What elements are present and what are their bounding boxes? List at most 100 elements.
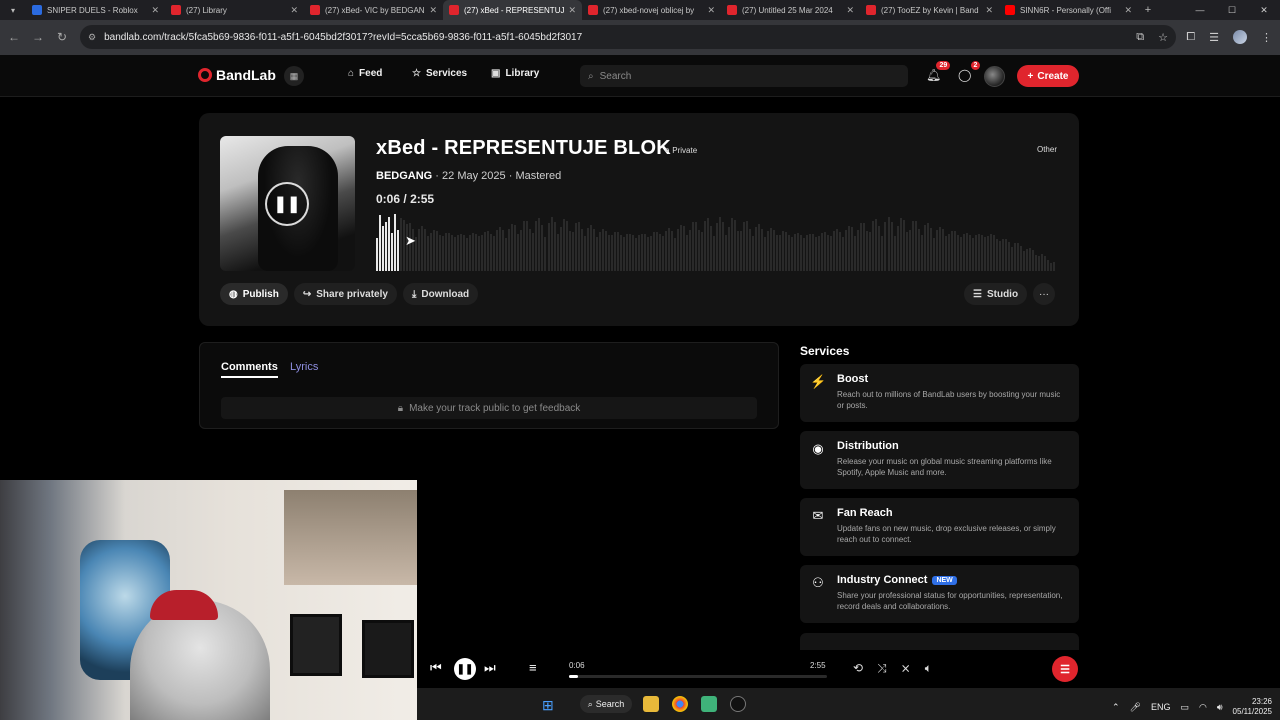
waveform-bar bbox=[547, 223, 550, 271]
close-window-icon[interactable]: ✕ bbox=[1248, 0, 1280, 20]
tab-comments[interactable]: Comments bbox=[221, 361, 278, 378]
tab-close-icon[interactable]: ✕ bbox=[429, 5, 437, 16]
genre-tag[interactable]: Other bbox=[1037, 145, 1057, 154]
microphone-icon[interactable]: 🎤︎ bbox=[1130, 702, 1141, 713]
back-icon[interactable]: ← bbox=[2, 30, 26, 44]
minimize-icon[interactable]: — bbox=[1184, 0, 1216, 20]
bandlab-logo-icon bbox=[198, 68, 212, 82]
tab-close-icon[interactable]: ✕ bbox=[290, 5, 298, 16]
browser-tab[interactable]: (27) Library ✕ bbox=[165, 0, 304, 20]
forward-icon[interactable]: → bbox=[26, 30, 50, 44]
unreal-engine-icon[interactable] bbox=[730, 696, 746, 712]
windows-start-icon[interactable]: ⊞ bbox=[542, 697, 554, 714]
waveform-bar bbox=[770, 227, 773, 271]
queue-list-icon[interactable]: ≡ bbox=[529, 660, 537, 675]
cover-pause-button[interactable]: ❚❚ bbox=[265, 182, 309, 226]
file-explorer-icon[interactable] bbox=[643, 696, 659, 712]
service-card-industry-connect[interactable]: ⚇ Industry Connect NEW Share your professio… bbox=[800, 565, 1079, 623]
player-total-time: 2:55 bbox=[810, 661, 826, 670]
tab-close-icon[interactable]: ✕ bbox=[1124, 5, 1132, 16]
language-indicator[interactable]: ENG bbox=[1151, 702, 1171, 712]
monitor-icon[interactable]: ▭ bbox=[1181, 702, 1190, 713]
volume-icon[interactable]: 🔈︎ bbox=[925, 661, 932, 676]
mute-icon[interactable]: ⨯ bbox=[901, 661, 911, 676]
nav-feed[interactable]: ⌂ Feed bbox=[348, 68, 382, 79]
shuffle-icon[interactable]: ⤨ bbox=[877, 661, 887, 676]
share-label: Share privately bbox=[316, 288, 388, 300]
taskbar-search[interactable]: ⌕ Search bbox=[580, 695, 632, 713]
browser-menu-icon[interactable]: ⋮ bbox=[1261, 31, 1272, 44]
reading-list-icon[interactable]: ☰ bbox=[1209, 31, 1219, 44]
tab-close-icon[interactable]: ✕ bbox=[707, 5, 715, 16]
install-app-icon[interactable]: ⧉ bbox=[1136, 31, 1144, 44]
tab-close-icon[interactable]: ✕ bbox=[846, 5, 854, 16]
messages-button[interactable]: ◯ 2 bbox=[958, 61, 981, 82]
waveform[interactable] bbox=[376, 211, 1056, 271]
site-info-icon[interactable]: ⚙ bbox=[88, 32, 96, 43]
publish-button[interactable]: ◍ Publish bbox=[220, 283, 288, 305]
chrome-icon[interactable] bbox=[672, 696, 688, 712]
bandlab-logo[interactable]: BandLab bbox=[198, 67, 276, 83]
extensions-icon[interactable]: ⧠ bbox=[1186, 31, 1195, 44]
tab-search-menu-icon[interactable]: ▾ bbox=[0, 0, 26, 20]
reload-icon[interactable]: ↻ bbox=[50, 30, 74, 44]
address-bar[interactable]: ⚙ bandlab.com/track/5fca5b69-9836-f011-a… bbox=[80, 25, 1176, 49]
maximize-icon[interactable]: ☐ bbox=[1216, 0, 1248, 20]
tab-close-icon[interactable]: ✕ bbox=[151, 5, 159, 16]
player-menu-button[interactable]: ☰ bbox=[1052, 656, 1078, 682]
track-cover-art[interactable]: ❚❚ bbox=[220, 136, 355, 271]
player-progress-bar[interactable] bbox=[569, 675, 827, 678]
waveform-bar bbox=[809, 233, 812, 271]
browser-tab[interactable]: SINN6R - Personally (Offi ✕ bbox=[999, 0, 1138, 20]
create-button[interactable]: + Create bbox=[1017, 65, 1079, 87]
bookmark-star-icon[interactable]: ☆ bbox=[1158, 31, 1168, 44]
webcam-shelf bbox=[284, 490, 417, 585]
waveform-bar bbox=[926, 223, 929, 271]
nav-services[interactable]: ☆ Services bbox=[412, 68, 467, 79]
waveform-bar bbox=[391, 232, 394, 271]
new-tab-button[interactable]: + bbox=[1138, 4, 1158, 16]
player-pause-button[interactable]: ❚❚ bbox=[454, 658, 476, 680]
next-track-icon[interactable]: ⏭ bbox=[484, 660, 496, 676]
taskbar-clock[interactable]: 23:26 05/11/2025 bbox=[1233, 697, 1272, 717]
search-input[interactable]: ⌕ Search bbox=[580, 65, 908, 87]
waveform-bar bbox=[758, 224, 761, 271]
notifications-button[interactable]: 🔔︎ 29 bbox=[926, 61, 951, 82]
more-options-button[interactable]: ··· bbox=[1033, 283, 1055, 305]
speaker-icon[interactable]: 🔊︎ bbox=[1217, 702, 1223, 713]
browser-tab[interactable]: (27) TooEZ by Kevin | Band ✕ bbox=[860, 0, 999, 20]
share-privately-button[interactable]: ↪ Share privately bbox=[293, 283, 397, 305]
chat-icon: ◯ bbox=[958, 68, 972, 82]
tab-lyrics[interactable]: Lyrics bbox=[290, 361, 318, 373]
studio-button[interactable]: ☰ Studio bbox=[964, 283, 1028, 305]
windows-taskbar: ⊞ ⌕ Search ⌃ 🎤︎ ENG ▭ ◠ 🔊︎ 23:26 05/11/2… bbox=[417, 688, 1280, 720]
service-card-fan-reach[interactable]: ✉ Fan Reach Update fans on new music, drop… bbox=[800, 498, 1079, 556]
browser-tab[interactable]: (27) xBed- VIC by BEDGANG ✕ bbox=[304, 0, 443, 20]
previous-track-icon[interactable]: ⏮ bbox=[430, 660, 442, 676]
service-card-boost[interactable]: ⚡ Boost Reach out to millions of BandLab u… bbox=[800, 364, 1079, 422]
repeat-icon[interactable]: ⟲ bbox=[853, 661, 863, 676]
app-icon[interactable] bbox=[701, 696, 717, 712]
browser-tab[interactable]: (27) xBed - REPRESENTUJE ✕ bbox=[443, 0, 582, 20]
browser-tab[interactable]: SNIPER DUELS - Roblox ✕ bbox=[26, 0, 165, 20]
tray-expand-icon[interactable]: ⌃ bbox=[1112, 702, 1120, 713]
waveform-bar bbox=[634, 237, 637, 271]
tab-close-icon[interactable]: ✕ bbox=[568, 5, 576, 16]
nav-library[interactable]: ▣ Library bbox=[491, 68, 539, 79]
waveform-bar bbox=[622, 237, 625, 271]
profile-avatar[interactable] bbox=[1233, 30, 1247, 44]
wifi-icon[interactable]: ◠ bbox=[1199, 702, 1207, 713]
tab-close-icon[interactable]: ✕ bbox=[985, 5, 993, 16]
waveform-bar bbox=[571, 232, 574, 271]
waveform-bar bbox=[923, 225, 926, 271]
waveform-bar bbox=[845, 229, 848, 271]
apps-grid-icon[interactable]: ▦ bbox=[284, 66, 304, 86]
waveform-bar bbox=[550, 217, 553, 271]
browser-tab[interactable]: (27) xbed-novej oblicej by ✕ bbox=[582, 0, 721, 20]
browser-tab[interactable]: (27) Untitled 25 Mar 2024 ✕ bbox=[721, 0, 860, 20]
service-card-distribution[interactable]: ◉ Distribution Release your music on globa… bbox=[800, 431, 1079, 489]
artist-name[interactable]: BEDGANG bbox=[376, 170, 432, 182]
service-card-partial[interactable] bbox=[800, 633, 1079, 650]
user-avatar[interactable] bbox=[984, 66, 1005, 87]
download-button[interactable]: ⤓ Download bbox=[402, 283, 479, 305]
